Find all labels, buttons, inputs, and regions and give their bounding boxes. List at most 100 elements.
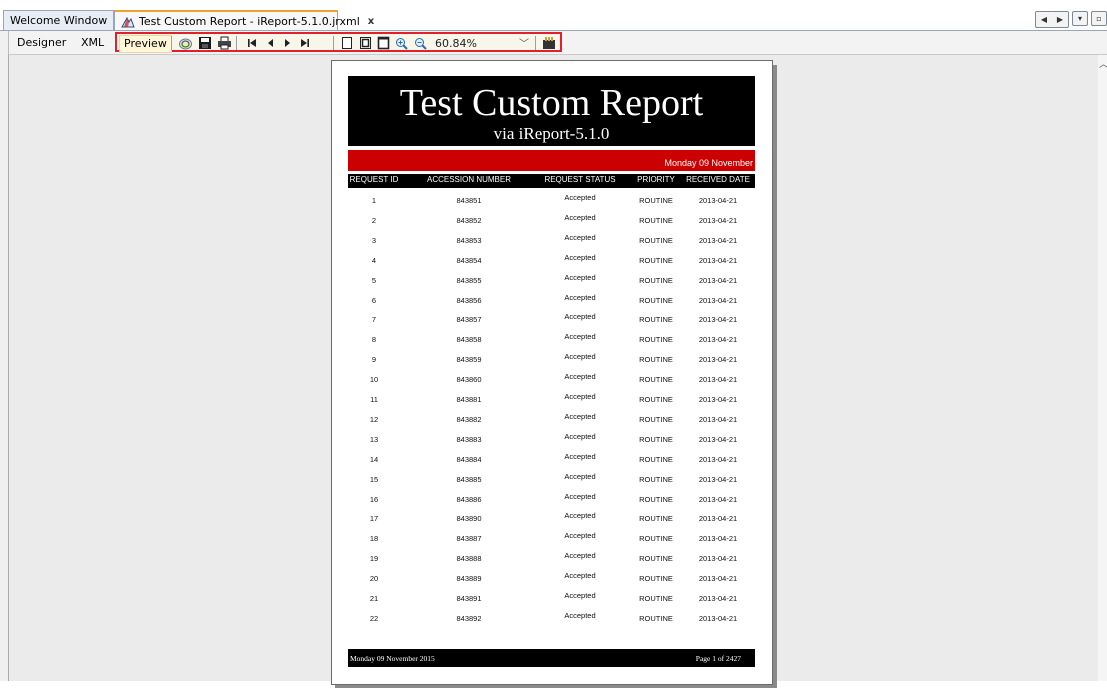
- zoom-value: 60.84%: [435, 36, 477, 50]
- table-cell: Accepted: [564, 232, 596, 242]
- table-cell: Accepted: [564, 551, 596, 561]
- table-row: 6 843856 Accepted ROUTINE 2013-04-21: [348, 292, 755, 309]
- table-cell: 843881: [456, 395, 482, 404]
- table-cell: 16: [369, 494, 379, 504]
- table-row: 9 843859 Accepted ROUTINE 2013-04-21: [348, 352, 755, 368]
- table-cell: 2013-04-21: [698, 335, 738, 345]
- report-page: Test Custom Report via iReport-5.1.0 Mon…: [331, 60, 773, 685]
- preview-tab[interactable]: Preview: [119, 35, 172, 53]
- table-row: 19 843888 Accepted ROUTINE 2013-04-21: [348, 551, 755, 567]
- table-cell: 2013-04-21: [698, 395, 738, 404]
- table-cell: 10: [369, 375, 379, 385]
- toolbar-separator: [535, 36, 536, 50]
- table-cell: 2013-04-21: [698, 454, 738, 464]
- window-list-icon[interactable]: ▾: [1072, 11, 1088, 26]
- scroll-right-icon[interactable]: ▶: [1052, 12, 1068, 27]
- table-cell: ROUTINE: [639, 454, 673, 464]
- save-icon[interactable]: [197, 35, 213, 51]
- table-row: 7 843857 Accepted ROUTINE 2013-04-21: [348, 312, 755, 328]
- table-cell: ROUTINE: [639, 255, 673, 265]
- scroll-up-icon[interactable]: ︿: [1099, 57, 1107, 70]
- table-cell: 21: [369, 594, 379, 603]
- table-cell: 2013-04-21: [698, 215, 738, 225]
- report-title-band: Test Custom Report via iReport-5.1.0: [348, 76, 755, 146]
- table-row: 16 843886 Accepted ROUTINE 2013-04-21: [348, 492, 755, 508]
- table-cell: 1: [371, 196, 377, 205]
- table-cell: 2013-04-21: [698, 235, 738, 245]
- table-cell: Accepted: [564, 292, 596, 302]
- chevron-down-icon[interactable]: ﹀: [519, 35, 529, 50]
- column-header: REQUEST ID: [349, 175, 399, 184]
- zoom-in-icon[interactable]: [393, 35, 409, 51]
- maximize-icon[interactable]: ▫: [1091, 11, 1107, 26]
- table-cell: 4: [371, 255, 377, 265]
- first-page-icon[interactable]: [244, 35, 260, 51]
- column-header: RECEIVED DATE: [686, 175, 750, 184]
- table-cell: 2013-04-21: [698, 434, 738, 444]
- table-cell: ROUTINE: [639, 335, 673, 345]
- fit-page-icon[interactable]: [357, 35, 373, 51]
- table-cell: 5: [371, 275, 377, 285]
- table-cell: 2013-04-21: [698, 355, 738, 365]
- table-cell: ROUTINE: [639, 514, 673, 524]
- table-cell: 2013-04-21: [698, 414, 738, 424]
- fit-width-icon[interactable]: [375, 35, 391, 51]
- table-cell: ROUTINE: [639, 215, 673, 225]
- table-cell: 2013-04-21: [698, 613, 738, 623]
- tab-test-custom-report[interactable]: Test Custom Report - iReport-5.1.0.jrxml…: [114, 10, 374, 31]
- table-cell: 843887: [456, 534, 482, 544]
- table-cell: 843853: [456, 235, 482, 245]
- table-row: 17 843890 Accepted ROUTINE 2013-04-21: [348, 511, 755, 527]
- table-cell: ROUTINE: [639, 295, 673, 305]
- table-cell: 843856: [456, 295, 482, 305]
- table-cell: 843892: [456, 613, 482, 623]
- table-cell: 14: [369, 454, 379, 464]
- table-cell: ROUTINE: [639, 375, 673, 385]
- column-header: ACCESSION NUMBER: [426, 175, 511, 184]
- xml-tab[interactable]: XML: [81, 36, 104, 49]
- table-cell: Accepted: [564, 392, 596, 401]
- actual-size-icon[interactable]: [339, 35, 355, 51]
- tab-welcome-window[interactable]: Welcome Window x: [3, 10, 122, 30]
- table-cell: ROUTINE: [639, 275, 673, 285]
- table-cell: 3: [371, 235, 377, 245]
- table-cell: 2013-04-21: [698, 295, 738, 305]
- table-cell: 843882: [456, 414, 482, 424]
- table-cell: 19: [369, 554, 379, 564]
- zoom-combo[interactable]: 60.84% ﹀: [435, 35, 535, 51]
- vertical-scrollbar[interactable]: [1098, 55, 1107, 681]
- table-cell: 843860: [456, 375, 482, 385]
- table-cell: Accepted: [564, 312, 596, 322]
- table-cell: Accepted: [564, 252, 596, 262]
- table-cell: ROUTINE: [639, 613, 673, 623]
- table-cell: 843851: [456, 196, 482, 205]
- table-row: 2 843852 Accepted ROUTINE 2013-04-21: [348, 213, 755, 229]
- next-page-icon[interactable]: [279, 35, 295, 51]
- table-cell: 843852: [456, 215, 482, 225]
- page-footer: Monday 09 November 2015 Page 1 of 2427: [348, 649, 755, 667]
- table-cell: ROUTINE: [639, 414, 673, 424]
- table-cell: Accepted: [564, 372, 596, 382]
- table-cell: 843885: [456, 474, 482, 484]
- designer-tab[interactable]: Designer: [17, 36, 66, 49]
- print-icon[interactable]: [216, 35, 232, 51]
- editor-tab-strip: Welcome Window x Test Custom Report - iR…: [0, 0, 1107, 31]
- table-cell: 843855: [456, 275, 482, 285]
- close-icon[interactable]: x: [368, 16, 374, 27]
- table-cell: 2013-04-21: [698, 514, 738, 524]
- export-icon[interactable]: [541, 35, 557, 51]
- table-cell: Accepted: [564, 352, 596, 362]
- table-row: 8 843858 Accepted ROUTINE 2013-04-21: [348, 332, 755, 348]
- table-cell: 843891: [456, 594, 482, 603]
- table-cell: 17: [369, 514, 379, 524]
- table-cell: 843858: [456, 335, 482, 345]
- table-row: 10 843860 Accepted ROUTINE 2013-04-21: [348, 372, 755, 388]
- scroll-left-icon[interactable]: ◀: [1036, 12, 1052, 27]
- table-cell: 2013-04-21: [698, 534, 738, 544]
- refresh-icon[interactable]: [177, 35, 193, 51]
- last-page-icon[interactable]: [297, 35, 313, 51]
- column-header-row: REQUEST ID ACCESSION NUMBER REQUEST STAT…: [348, 174, 755, 188]
- previous-page-icon[interactable]: [263, 35, 279, 51]
- zoom-out-icon[interactable]: [412, 35, 428, 51]
- table-cell: 18: [369, 534, 379, 544]
